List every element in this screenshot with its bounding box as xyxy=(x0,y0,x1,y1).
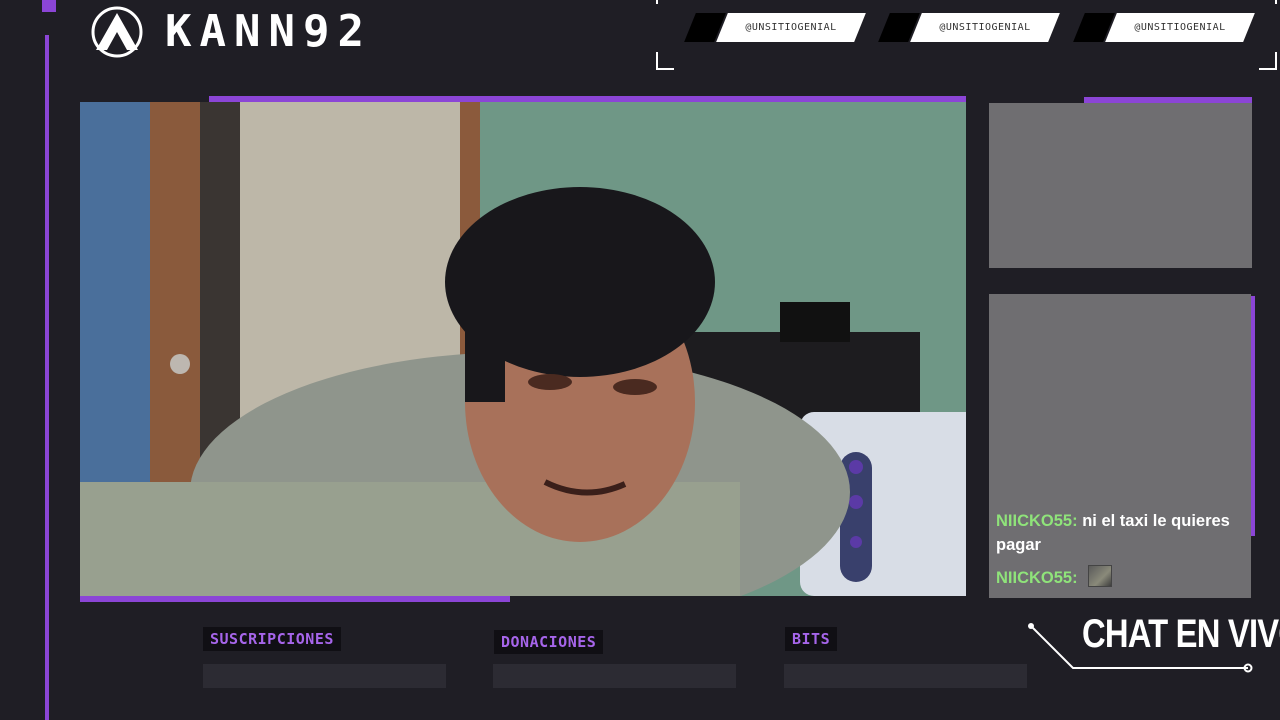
chat-accent-line xyxy=(1251,296,1255,536)
social-handle-2[interactable]: @UNSITIOGENIAL xyxy=(878,13,1060,42)
brand-name: KANN92 xyxy=(165,6,372,57)
chat-messages: NIICKO55: ni el taxi le quieres pagar NI… xyxy=(996,501,1243,590)
chat-username: NIICKO55 xyxy=(996,569,1073,587)
chat-emote-icon xyxy=(1088,565,1113,587)
social-handle-3[interactable]: @UNSITIOGENIAL xyxy=(1073,13,1255,42)
social-handle-1[interactable]: @UNSITIOGENIAL xyxy=(684,13,866,42)
chat-message: NIICKO55: ni el taxi le quieres pagar xyxy=(996,512,1230,554)
top-accent-mark xyxy=(42,0,56,12)
secondary-panel xyxy=(989,103,1252,268)
chat-title: CHAT EN VIVO xyxy=(1082,612,1280,656)
donations-label: DONACIONES xyxy=(494,630,604,654)
bits-bar xyxy=(784,664,1027,688)
left-accent-line xyxy=(45,35,49,720)
social-handles-frame: @UNSITIOGENIAL @UNSITIOGENIAL @UNSITIOGE… xyxy=(656,0,1277,70)
subscriptions-label: SUSCRIPCIONES xyxy=(203,627,341,651)
subscriptions-bar xyxy=(203,664,446,688)
chat-box: NIICKO55: ni el taxi le quieres pagar NI… xyxy=(989,294,1251,598)
brand-logo-icon xyxy=(91,6,143,58)
bits-label: BITS xyxy=(785,627,838,651)
donations-bar xyxy=(493,664,736,688)
webcam-feed xyxy=(80,102,966,596)
chat-username: NIICKO55 xyxy=(996,512,1073,530)
chat-message: NIICKO55: xyxy=(996,565,1243,590)
webcam-accent-bottom xyxy=(80,596,510,602)
